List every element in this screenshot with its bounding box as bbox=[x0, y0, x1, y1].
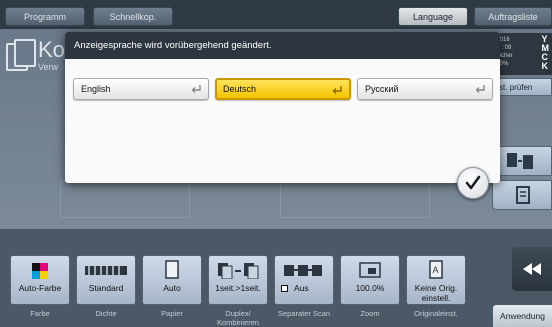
separate-scan-value: Aus bbox=[275, 283, 333, 293]
checkmark-icon bbox=[465, 175, 481, 190]
toner-k: K bbox=[541, 61, 549, 71]
enter-icon bbox=[332, 86, 342, 94]
duplex-button[interactable]: 1seit.>1seit. bbox=[208, 255, 268, 305]
check-settings-button[interactable]: st. prüfen bbox=[492, 78, 552, 96]
language-russian-button[interactable]: Русский bbox=[357, 78, 493, 100]
screen-subtitle: Verw bbox=[38, 62, 59, 72]
density-button[interactable]: Standard bbox=[76, 255, 136, 305]
density-caption: Dichte bbox=[95, 309, 117, 318]
language-russian-label: Русский bbox=[365, 84, 399, 94]
application-button[interactable]: Anwendung bbox=[493, 305, 552, 327]
zoom-icon bbox=[341, 259, 399, 281]
document-button[interactable] bbox=[492, 180, 552, 210]
zoom-button[interactable]: 100.0% bbox=[340, 255, 400, 305]
tab-language[interactable]: Language bbox=[398, 7, 468, 26]
color-caption: Farbe bbox=[30, 309, 50, 318]
color-mode-icon bbox=[11, 259, 69, 281]
toner-levels: Y M C K bbox=[542, 35, 550, 71]
paper-button[interactable]: Auto bbox=[142, 255, 202, 305]
duplex-caption: Duplex/ Kombinieren bbox=[216, 309, 260, 327]
original-settings-button[interactable]: A Keine Orig. einstell. bbox=[406, 255, 466, 305]
paper-caption: Papier bbox=[161, 309, 183, 318]
zoom-value: 100.0% bbox=[355, 283, 385, 293]
tab-schnellkop[interactable]: Schnellkop. bbox=[93, 7, 173, 26]
rewind-icon bbox=[523, 263, 541, 275]
dialog-message: Anzeigesprache wird vorübergehend geände… bbox=[65, 32, 500, 59]
density-icon bbox=[77, 259, 135, 281]
language-deutsch-button[interactable]: Deutsch bbox=[215, 78, 351, 100]
original-settings-value: Keine Orig. einstell. bbox=[414, 283, 458, 303]
copy-icon bbox=[6, 39, 36, 71]
language-english-label: English bbox=[81, 84, 111, 94]
collapse-button[interactable] bbox=[512, 247, 552, 291]
original-settings-caption: Originaleinst. bbox=[414, 309, 458, 318]
language-deutsch-label: Deutsch bbox=[223, 84, 257, 94]
tab-programm[interactable]: Programm bbox=[5, 7, 85, 26]
language-english-button[interactable]: English bbox=[73, 78, 209, 100]
zoom-caption: Zoom bbox=[360, 309, 380, 318]
original-settings-icon: A bbox=[407, 259, 465, 281]
paper-icon bbox=[143, 259, 201, 281]
color-button[interactable]: Auto-Farbe bbox=[10, 255, 70, 305]
separate-scan-icon bbox=[275, 259, 333, 281]
layout-button[interactable] bbox=[492, 146, 552, 176]
paper-value: Auto bbox=[163, 283, 181, 293]
language-dialog: Anzeigesprache wird vorübergehend geände… bbox=[65, 32, 500, 183]
background-box-right bbox=[280, 180, 430, 218]
enter-icon bbox=[475, 85, 485, 93]
enter-icon bbox=[191, 85, 201, 93]
separate-scan-caption: Separater Scan bbox=[277, 309, 331, 318]
separate-scan-value-text: Aus bbox=[294, 283, 309, 293]
top-bar: Programm Schnellkop. Language Auftragsli… bbox=[0, 0, 552, 29]
checkbox-icon bbox=[281, 285, 288, 292]
svg-text:A: A bbox=[433, 265, 439, 275]
duplex-icon bbox=[507, 153, 533, 169]
background-box-left bbox=[60, 180, 190, 218]
duplex-combine-icon bbox=[209, 259, 267, 281]
ok-button[interactable] bbox=[457, 167, 489, 199]
color-value: Auto-Farbe bbox=[18, 283, 62, 293]
duplex-value: 1seit.>1seit. bbox=[215, 283, 261, 293]
tab-auftragsliste[interactable]: Auftragsliste bbox=[474, 7, 552, 26]
document-icon bbox=[516, 186, 530, 204]
density-value: Standard bbox=[88, 283, 124, 293]
separate-scan-button[interactable]: Aus bbox=[274, 255, 334, 305]
